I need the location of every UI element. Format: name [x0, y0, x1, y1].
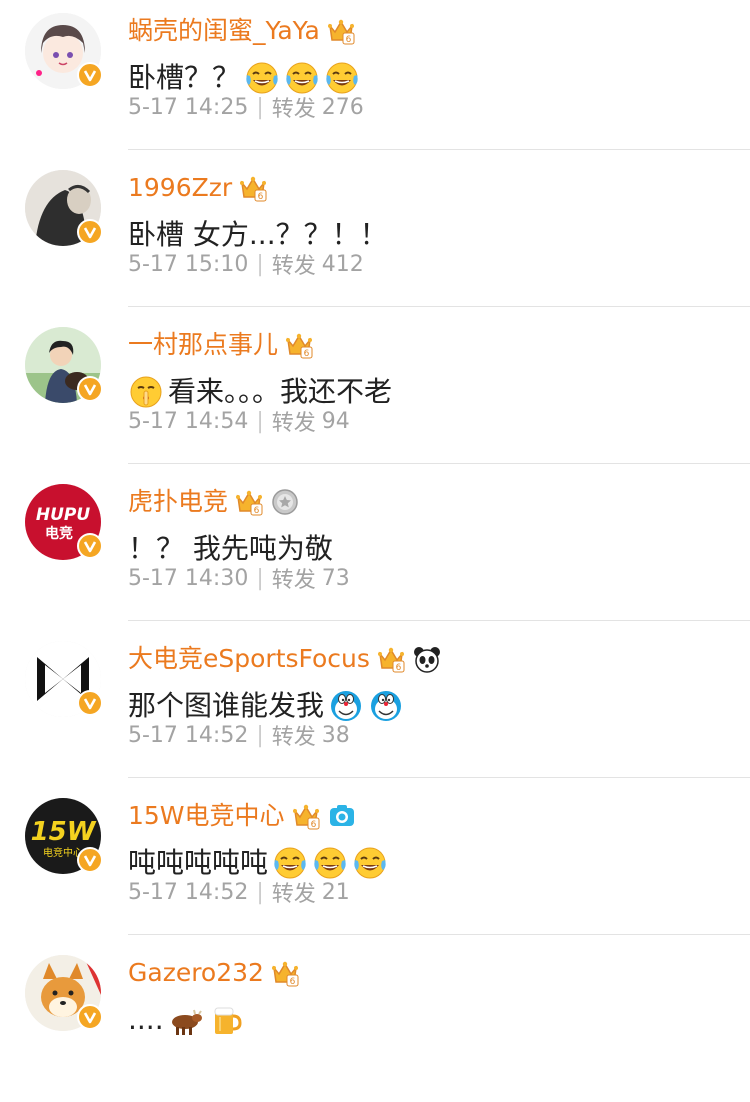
camera-icon — [327, 801, 357, 831]
username-row: 1996Zzr 6 — [128, 170, 268, 206]
username-row: 15W电竞中心 6 — [128, 798, 357, 834]
comment-item[interactable]: HUPU 电竞 虎扑电竞 6！？ 我先吨为敬 5-17 14:30 | 转发 73 — [0, 474, 750, 631]
timestamp: 5-17 15:10 — [128, 251, 249, 277]
timestamp: 5-17 14:54 — [128, 408, 249, 434]
meta-separator: | — [256, 251, 264, 277]
repost-label[interactable]: 转发 — [272, 91, 316, 123]
comment-meta: 5-17 14:25 | 转发 276 — [128, 91, 364, 123]
vip-crown-icon: 6 — [326, 16, 356, 46]
laughing-crying-emoji — [352, 845, 388, 881]
vip-crown-icon: 6 — [291, 801, 321, 831]
username-row: 大电竞eSportsFocus 6 — [128, 641, 442, 677]
repost-label[interactable]: 转发 — [272, 248, 316, 280]
repost-label[interactable]: 转发 — [272, 876, 316, 908]
panda-icon — [412, 644, 442, 674]
svg-text:6: 6 — [310, 820, 316, 830]
verified-v-icon — [77, 376, 103, 402]
svg-text:6: 6 — [396, 663, 402, 673]
repost-count: 94 — [321, 408, 350, 434]
comment-meta: 5-17 15:10 | 转发 412 — [128, 248, 364, 280]
vip-crown-icon: 6 — [284, 330, 314, 360]
svg-text:HUPU: HUPU — [36, 505, 90, 525]
repost-count: 38 — [321, 722, 350, 748]
svg-text:6: 6 — [254, 506, 260, 516]
verified-v-icon — [77, 533, 103, 559]
comment-item[interactable]: 1996Zzr 6 卧槽 女方...？？！！ 5-17 15:10 | 转发 412 — [0, 160, 750, 317]
comment-text-row: .... — [128, 1000, 244, 1040]
comment-meta: 5-17 14:30 | 转发 73 — [128, 562, 350, 594]
svg-text:6: 6 — [304, 349, 310, 359]
comment-item[interactable]: 15W 电竞中心 15W电竞中心 6 吨吨吨吨吨 5-17 14:52 | 转发 21 — [0, 788, 750, 945]
comment-item[interactable]: 大电竞eSportsFocus 6 那个图谁能发我 5-17 14:52 | 转发 38 — [0, 631, 750, 788]
divider — [128, 934, 750, 935]
repost-count: 412 — [321, 251, 364, 277]
comment-item[interactable]: Gazero232 6.... — [0, 945, 750, 1102]
repost-count: 73 — [321, 565, 350, 591]
timestamp: 5-17 14:52 — [128, 879, 249, 905]
meta-separator: | — [256, 408, 264, 434]
verified-v-icon — [77, 219, 103, 245]
doraemon-emoji — [368, 688, 404, 724]
meta-separator: | — [256, 94, 264, 120]
vip-crown-icon: 6 — [376, 644, 406, 674]
meta-separator: | — [256, 722, 264, 748]
repost-count: 276 — [321, 94, 364, 120]
svg-text:电竞: 电竞 — [45, 525, 73, 542]
username-row: Gazero232 6 — [128, 955, 300, 991]
vip-crown-icon: 6 — [234, 487, 264, 517]
medal-icon — [270, 487, 300, 517]
username[interactable]: 1996Zzr — [128, 170, 232, 206]
comment-item[interactable]: 一村那点事儿 6 看来。。。我还不老 5-17 14:54 | 转发 94 — [0, 317, 750, 474]
svg-text:15W: 15W — [31, 817, 97, 847]
username[interactable]: 大电竞eSportsFocus — [128, 641, 370, 677]
timestamp: 5-17 14:30 — [128, 565, 249, 591]
username-row: 一村那点事儿 6 — [128, 327, 314, 363]
repost-label[interactable]: 转发 — [272, 719, 316, 751]
divider — [128, 463, 750, 464]
timestamp: 5-17 14:25 — [128, 94, 249, 120]
repost-count: 21 — [321, 879, 350, 905]
divider — [128, 620, 750, 621]
verified-v-icon — [77, 690, 103, 716]
username[interactable]: 15W电竞中心 — [128, 798, 285, 834]
timestamp: 5-17 14:52 — [128, 722, 249, 748]
comment-item[interactable]: 蜗壳的闺蜜_YaYa 6 卧槽？？ 5-17 14:25 | 转发 276 — [0, 3, 750, 160]
repost-label[interactable]: 转发 — [272, 562, 316, 594]
meta-separator: | — [256, 879, 264, 905]
comment-meta: 5-17 14:52 | 转发 21 — [128, 876, 350, 908]
svg-text:6: 6 — [258, 192, 264, 202]
divider — [128, 149, 750, 150]
divider — [128, 777, 750, 778]
vip-crown-icon: 6 — [238, 173, 268, 203]
username[interactable]: Gazero232 — [128, 955, 264, 991]
divider — [128, 306, 750, 307]
username[interactable]: 蜗壳的闺蜜_YaYa — [128, 13, 320, 49]
username[interactable]: 虎扑电竞 — [128, 484, 228, 520]
comment-meta: 5-17 14:52 | 转发 38 — [128, 719, 350, 751]
vip-crown-icon: 6 — [270, 958, 300, 988]
meta-separator: | — [256, 565, 264, 591]
username-row: 虎扑电竞 6 — [128, 484, 300, 520]
verified-v-icon — [77, 62, 103, 88]
comment-feed: 蜗壳的闺蜜_YaYa 6 卧槽？？ 5-17 14:25 | 转发 276 1996Zzr 6 卧… — [0, 0, 750, 1036]
verified-v-icon — [77, 1004, 103, 1030]
repost-label[interactable]: 转发 — [272, 405, 316, 437]
username[interactable]: 一村那点事儿 — [128, 327, 278, 363]
comment-meta: 5-17 14:54 | 转发 94 — [128, 405, 350, 437]
comment-text: .... — [128, 1003, 164, 1036]
svg-text:6: 6 — [345, 35, 351, 45]
username-row: 蜗壳的闺蜜_YaYa 6 — [128, 13, 356, 49]
svg-text:6: 6 — [290, 977, 296, 987]
verified-v-icon — [77, 847, 103, 873]
